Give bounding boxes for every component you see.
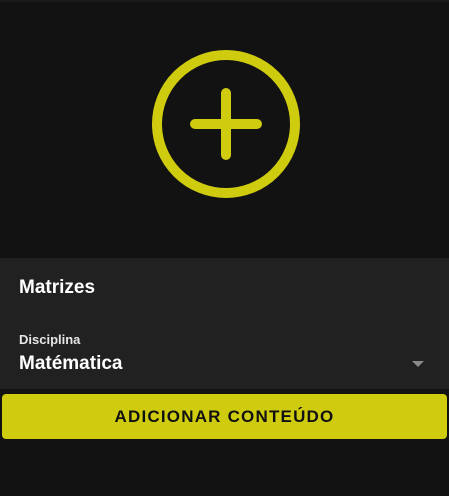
- discipline-value[interactable]: Matématica: [19, 353, 123, 375]
- dropdown-arrow-icon[interactable]: [412, 361, 424, 367]
- content-card: Matrizes Disciplina Matématica ADICIONAR…: [0, 0, 449, 496]
- plus-circle-icon[interactable]: [151, 49, 301, 199]
- discipline-select[interactable]: Disciplina Matématica: [0, 326, 449, 386]
- add-media-area[interactable]: [0, 2, 449, 258]
- add-content-button[interactable]: ADICIONAR CONTEÚDO: [2, 394, 447, 439]
- details-panel: Matrizes Disciplina Matématica: [0, 258, 449, 389]
- discipline-label: Disciplina: [19, 332, 81, 347]
- card-title: Matrizes: [19, 277, 96, 298]
